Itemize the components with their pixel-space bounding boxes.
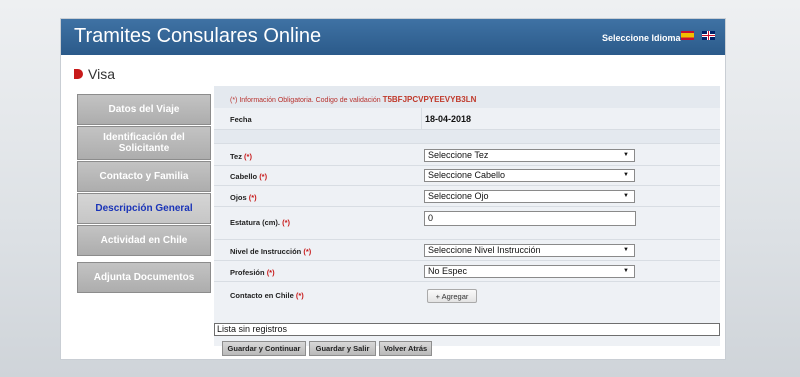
visa-marker-icon: [74, 69, 83, 79]
profesion-label: Profesión (*): [230, 268, 275, 277]
dropdown-arrow-icon: ▼: [623, 152, 629, 158]
menu-item-actividad-chile[interactable]: Actividad en Chile: [77, 225, 211, 256]
save-exit-button[interactable]: Guardar y Salir: [309, 341, 376, 356]
menu-item-contacto-familia[interactable]: Contacto y Familia: [77, 161, 211, 192]
language-label: Seleccione Idioma: [602, 33, 681, 43]
tez-label: Tez (*): [230, 152, 252, 161]
required-note-text: (*) Información Obligatoria.: [230, 97, 314, 104]
contacto-chile-label: Contacto en Chile (*): [230, 291, 304, 300]
nivel-instruccion-select[interactable]: Seleccione Nivel Instrucción ▼: [424, 244, 635, 257]
spain-flag-icon[interactable]: [681, 31, 694, 40]
tez-select[interactable]: Seleccione Tez ▼: [424, 149, 635, 162]
app-header: Tramites Consulares Online Seleccione Id…: [61, 19, 725, 55]
dropdown-arrow-icon: ▼: [623, 172, 629, 178]
description-form: (*) Información Obligatoria. Codigo de v…: [214, 86, 720, 356]
step-menu: Datos del Viaje Identificación del Solic…: [77, 94, 211, 294]
nivel-instruccion-label: Nivel de Instrucción (*): [230, 247, 312, 256]
estatura-input[interactable]: 0: [424, 211, 636, 226]
back-button[interactable]: Volver Atrás: [379, 341, 432, 356]
fecha-label: Fecha: [230, 115, 252, 124]
fecha-value: 18-04-2018: [425, 114, 472, 124]
validation-label: Codigo de validación: [315, 97, 381, 104]
cabello-select[interactable]: Seleccione Cabello ▼: [424, 169, 635, 182]
section-title: Visa: [88, 66, 115, 82]
ojos-select[interactable]: Seleccione Ojo ▼: [424, 190, 635, 203]
profesion-select[interactable]: No Espec ▼: [424, 265, 635, 278]
dropdown-arrow-icon: ▼: [623, 247, 629, 253]
save-continue-button[interactable]: Guardar y Continuar: [222, 341, 306, 356]
dropdown-arrow-icon: ▼: [623, 268, 629, 274]
app-title: Tramites Consulares Online: [74, 25, 322, 47]
estatura-label: Estatura (cm). (*): [230, 218, 291, 227]
menu-item-datos-viaje[interactable]: Datos del Viaje: [77, 94, 211, 125]
required-info-row: (*) Información Obligatoria. Codigo de v…: [214, 86, 720, 108]
cabello-label: Cabello (*): [230, 172, 268, 181]
add-contact-button[interactable]: + Agregar: [427, 289, 477, 303]
main-frame: Tramites Consulares Online Seleccione Id…: [60, 18, 726, 360]
menu-item-descripcion-general[interactable]: Descripción General: [77, 193, 211, 224]
ojos-label: Ojos (*): [230, 193, 257, 202]
dropdown-arrow-icon: ▼: [623, 193, 629, 199]
menu-item-adjunta-documentos[interactable]: Adjunta Documentos: [77, 262, 211, 293]
required-note: (*) Información Obligatoria. Codigo de v…: [230, 95, 476, 104]
menu-item-identificacion[interactable]: Identificación del Solicitante: [77, 126, 211, 160]
validation-code: T5BFJPCVPYEEVYB3LN: [382, 95, 477, 104]
contact-list: Lista sin registros: [214, 323, 720, 336]
uk-flag-icon[interactable]: [702, 31, 715, 40]
